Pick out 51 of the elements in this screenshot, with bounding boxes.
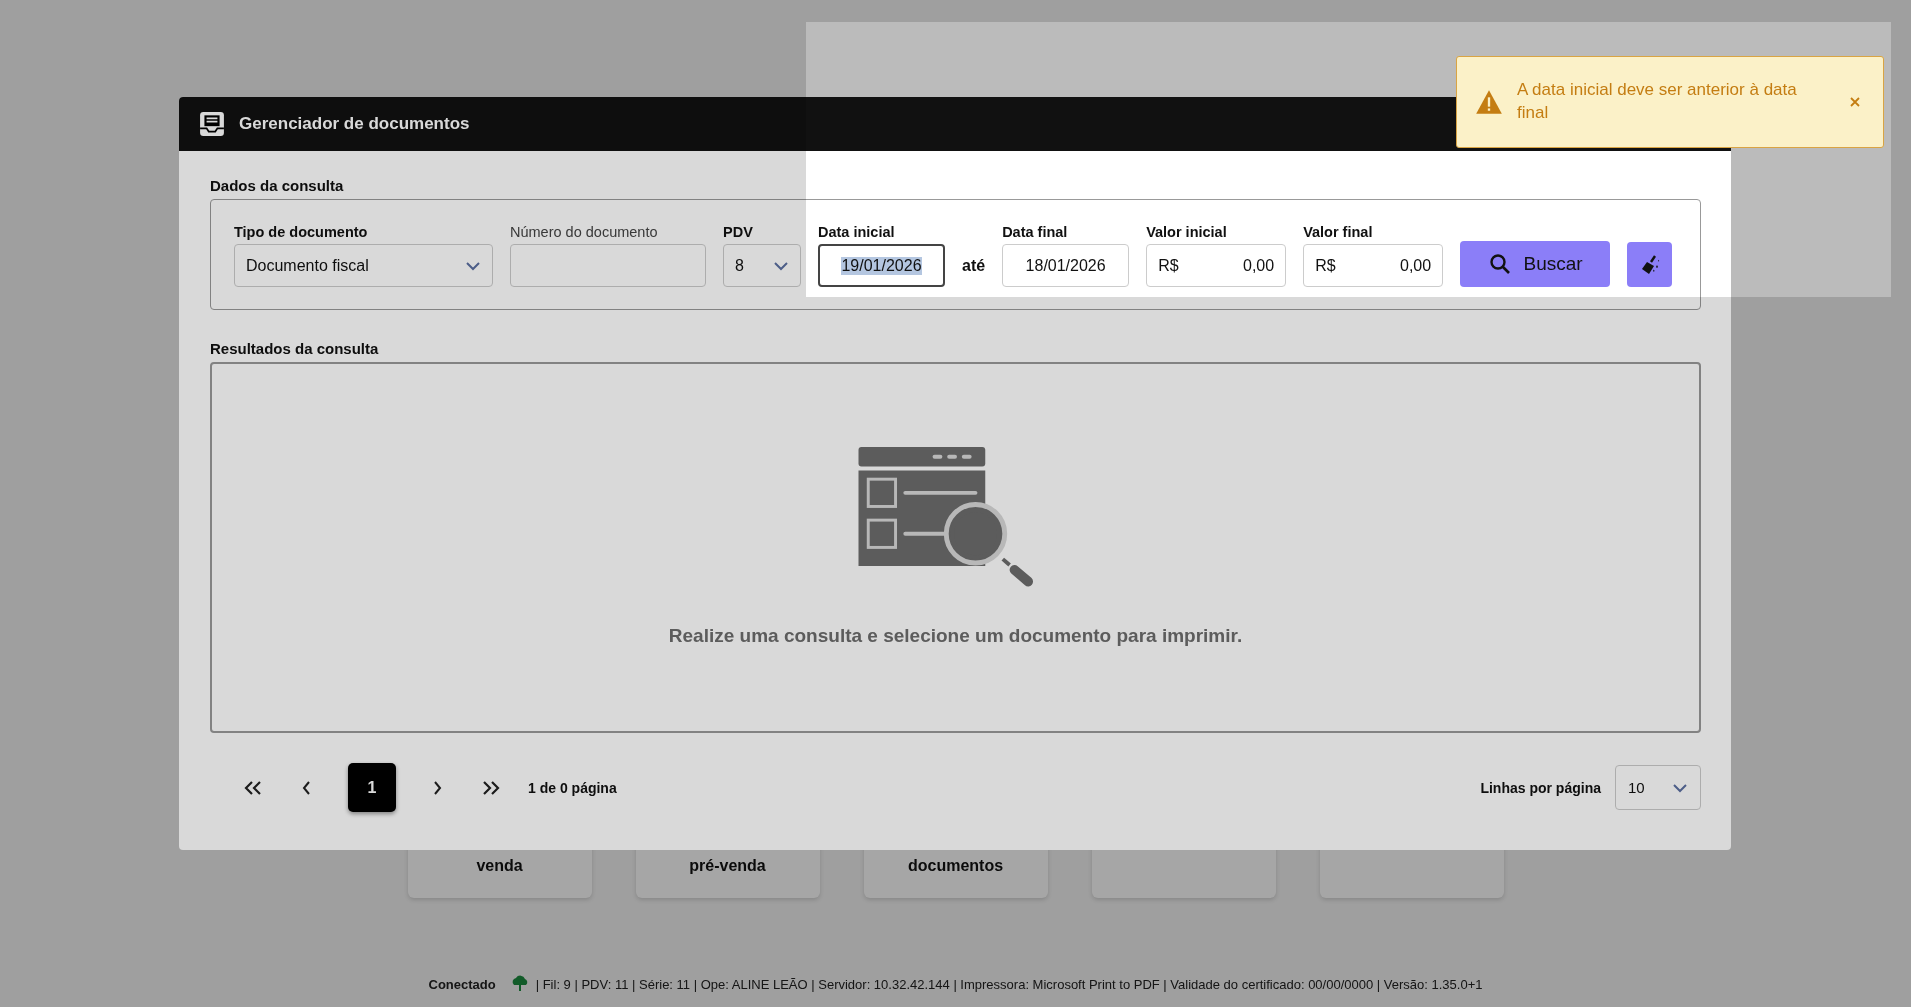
chevron-left-icon <box>302 780 312 795</box>
clear-button[interactable] <box>1627 242 1673 287</box>
connection-status: Conectado <box>428 976 496 992</box>
money-field[interactable]: R$ 0,00 <box>1146 244 1287 287</box>
money-value: 0,00 <box>1400 256 1432 275</box>
document-tray-icon <box>199 111 225 137</box>
field-label: Valor final <box>1303 224 1374 240</box>
search-icon <box>1487 252 1512 276</box>
page-button[interactable]: 1 <box>348 763 396 812</box>
search-button[interactable]: Buscar <box>1460 241 1611 287</box>
money-value: 0,00 <box>1243 256 1275 275</box>
field-label: Data final <box>1002 224 1069 240</box>
tile-label: documentos <box>907 857 1004 875</box>
dropdown[interactable]: 8 <box>723 244 801 287</box>
dialog-title: Gerenciador de documentos <box>239 114 470 134</box>
tile-label: venda <box>476 857 523 875</box>
status-details: | Fil: 9 | PDV: 11 | Série: 11 | Ope: ALINE LEÃO | Servidor: 10.32.42.144 | Impressora: Microsoft Print to PDF | Validade do certificado: 00/00/0000 | Versão: 1.35.0+1 <box>535 976 1483 992</box>
tile-label: pré-venda <box>689 857 766 875</box>
money-field[interactable]: R$ 0,00 <box>1303 244 1444 287</box>
dropdown-value: 8 <box>735 256 744 275</box>
currency-prefix: R$ <box>1158 256 1179 275</box>
currency-prefix: R$ <box>1315 256 1336 275</box>
date-value: 19/01/2026 <box>841 256 922 275</box>
field-label: Número do documento <box>510 224 659 240</box>
field-label: Data inicial <box>818 224 896 240</box>
empty-state-message: Realize uma consulta e selecione um documento para imprimir. <box>668 625 1243 647</box>
close-icon[interactable] <box>1849 96 1861 108</box>
date-value: 18/01/2026 <box>1025 256 1106 275</box>
chevron-down-icon <box>773 260 789 271</box>
range-separator: até <box>962 257 986 276</box>
chevron-right-icon <box>432 780 442 795</box>
double-chevron-right-icon <box>482 780 500 795</box>
chevron-down-icon <box>465 260 481 271</box>
dropdown[interactable]: Documento fiscal <box>234 244 493 287</box>
page-summary: 1 de 0 página <box>528 779 617 796</box>
section-title: Resultados da consulta <box>210 340 380 357</box>
rows-per-page-dropdown[interactable]: 10 <box>1615 765 1701 810</box>
input-field[interactable] <box>510 244 706 287</box>
field-label: PDV <box>723 224 754 240</box>
dropdown-value: 10 <box>1628 779 1645 796</box>
field-label: Tipo de documento <box>234 224 369 240</box>
warning-icon <box>1475 89 1503 115</box>
field-label: Valor inicial <box>1146 224 1228 240</box>
chevron-down-icon <box>1672 782 1688 793</box>
double-chevron-left-icon <box>244 780 262 795</box>
rows-per-page-label: Linhas por página <box>1480 779 1601 796</box>
dropdown-value: Documento fiscal <box>246 256 369 275</box>
section-title: Dados da consulta <box>210 177 345 194</box>
toast-message: A data inicial deve ser anterior à data final <box>1517 79 1798 124</box>
date-field[interactable]: 18/01/2026 <box>1002 244 1130 287</box>
date-field[interactable]: 19/01/2026 <box>818 244 945 287</box>
